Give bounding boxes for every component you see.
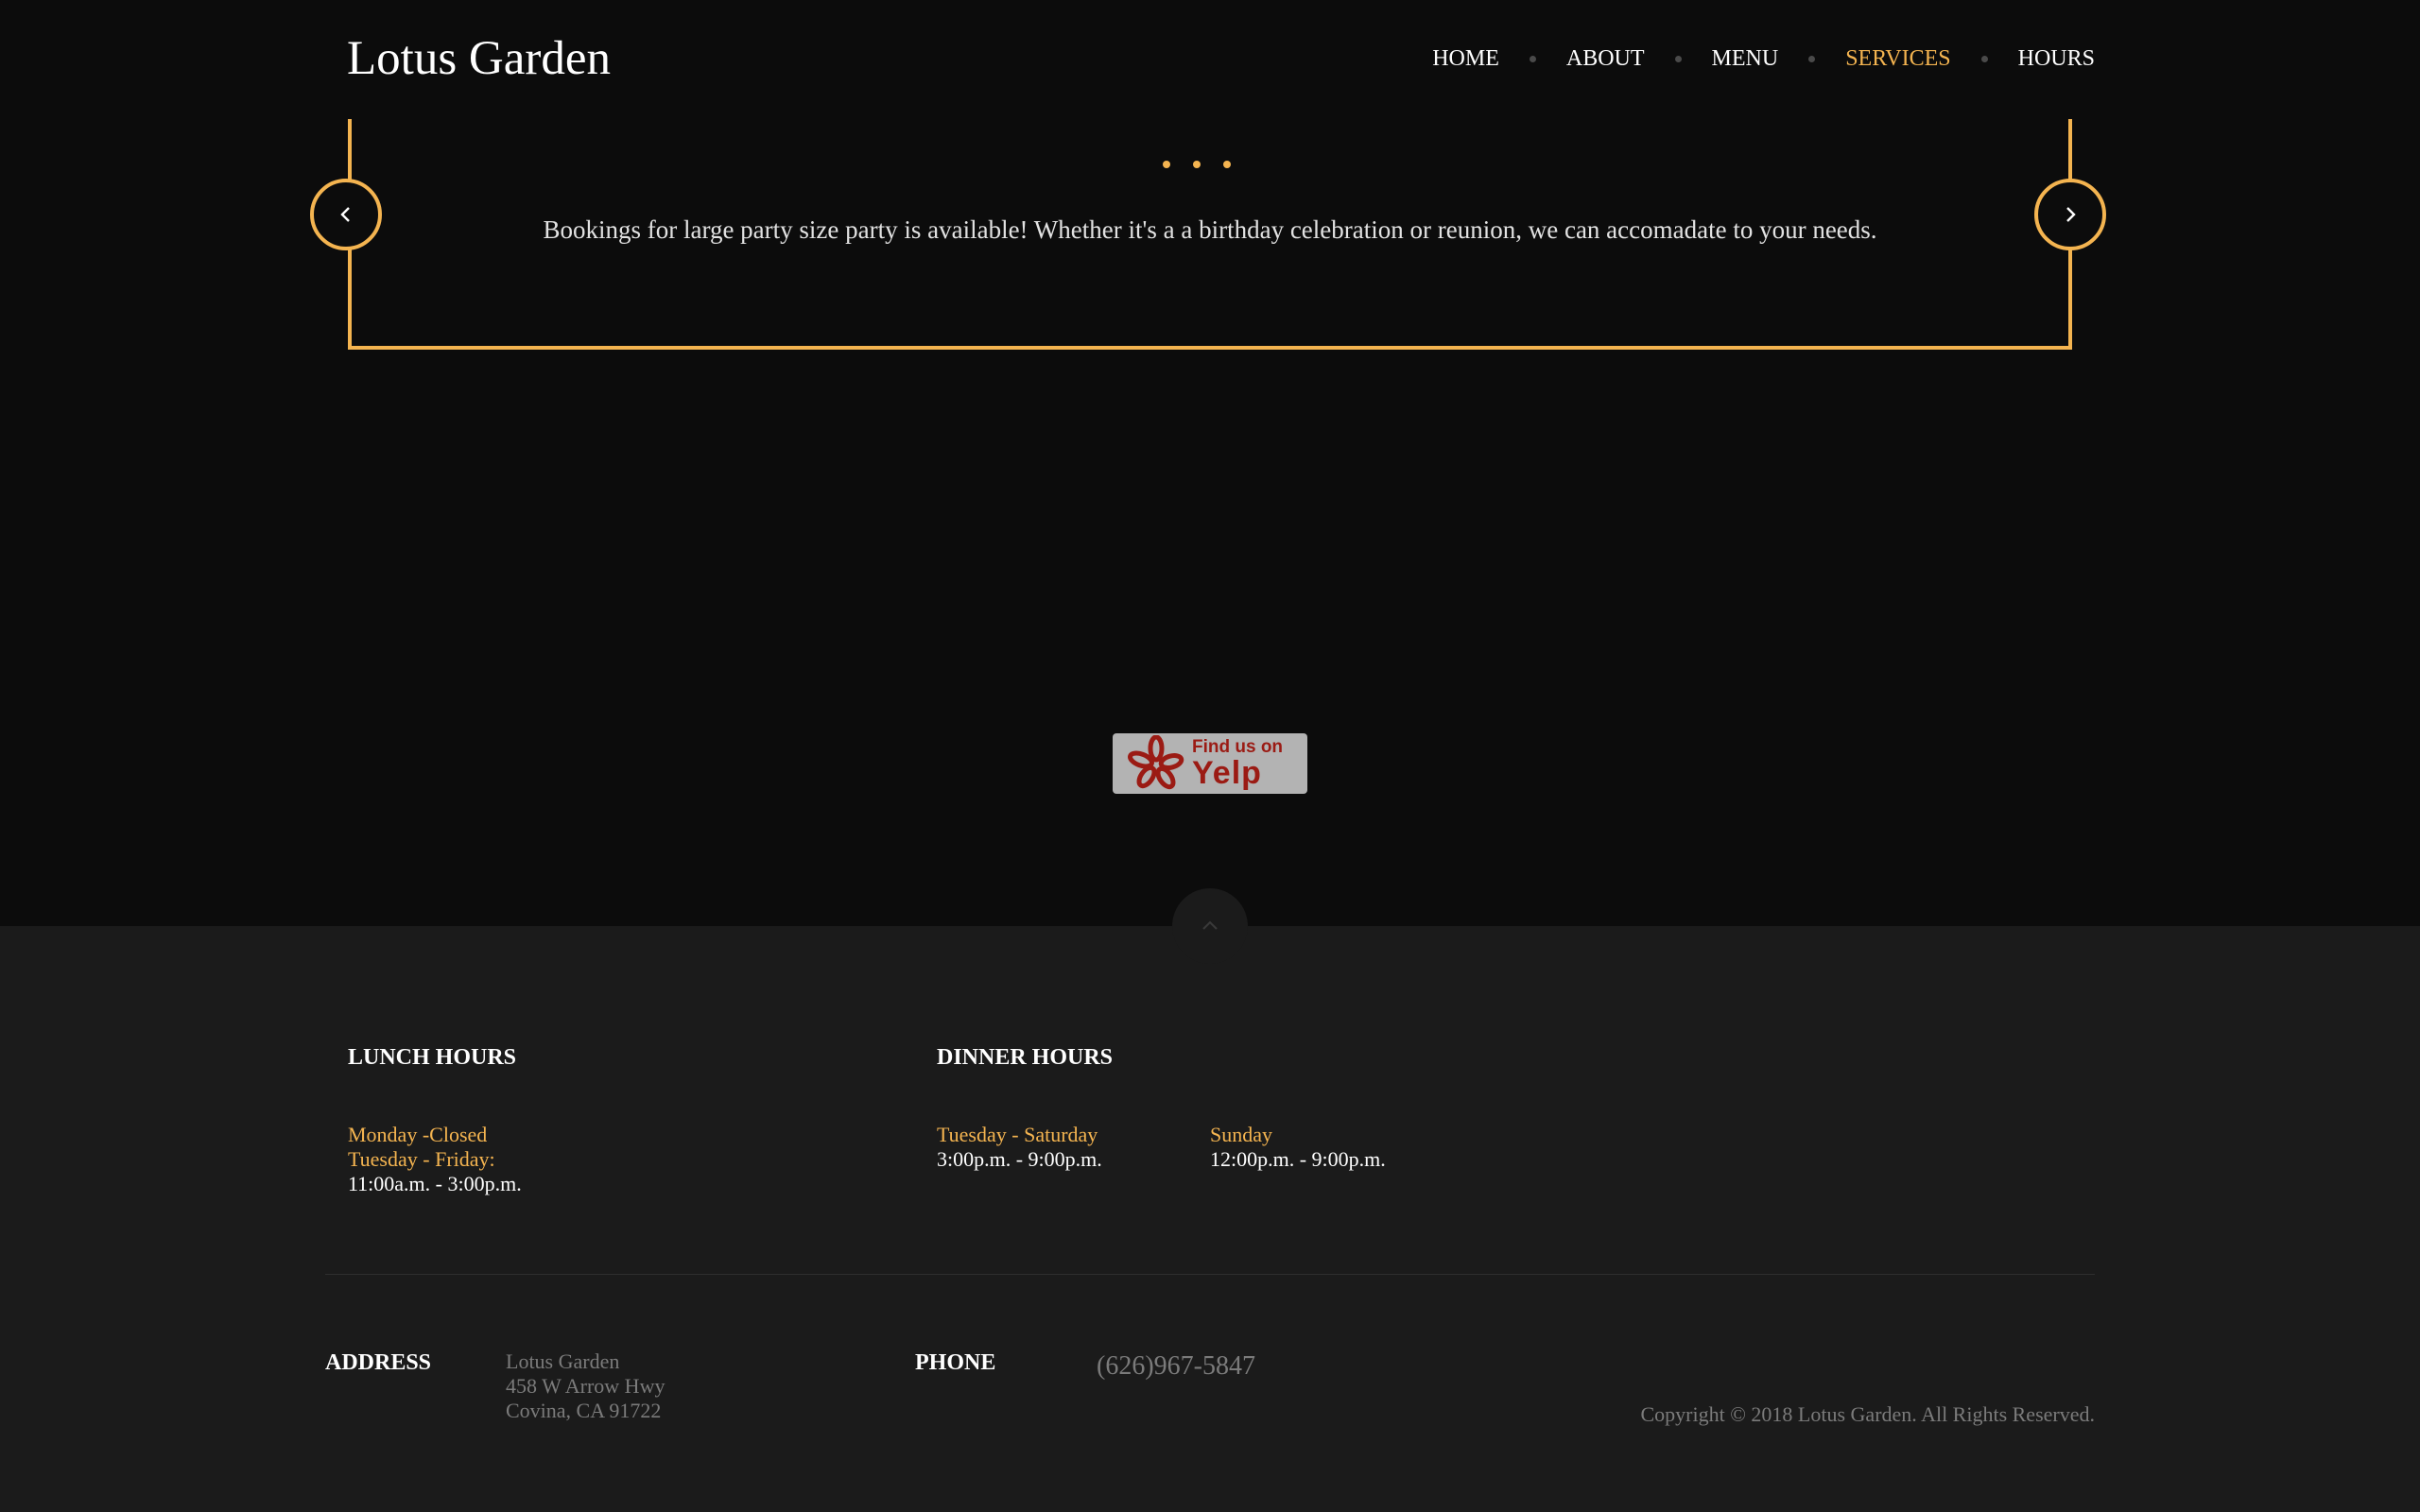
dinner-weekday-label: Tuesday - Saturday: [937, 1123, 1098, 1146]
nav-about[interactable]: ABOUT: [1566, 42, 1645, 76]
lunch-line-1: Monday -Closed: [348, 1123, 488, 1146]
page: Lotus Garden HOME ABOUT MENU SERVICES HO…: [0, 0, 2420, 1512]
lunch-line-2: Tuesday - Friday:: [348, 1147, 495, 1171]
dinner-hours-title: DINNER HOURS: [937, 1045, 1114, 1070]
slider-dot[interactable]: [1163, 161, 1170, 168]
address-line-2: 458 W Arrow Hwy: [506, 1374, 666, 1398]
lunch-hours-block: Monday -Closed Tuesday - Friday: 11:00a.…: [348, 1123, 522, 1196]
slider-dots: [1163, 161, 1231, 168]
chevron-right-icon: [2066, 207, 2076, 222]
yelp-burst-icon: [1128, 735, 1184, 790]
yelp-badge[interactable]: Find us on Yelp: [1113, 733, 1307, 794]
slider-prev-button[interactable]: [310, 179, 382, 250]
address-line-3: Covina, CA 91722: [506, 1399, 662, 1422]
slider-next-button[interactable]: [2034, 179, 2106, 250]
copyright-text: Copyright © 2018 Lotus Garden. All Right…: [1640, 1402, 2095, 1426]
nav-separator: [1674, 55, 1682, 62]
nav-menu[interactable]: MENU: [1712, 42, 1779, 76]
nav-hours[interactable]: HOURS: [2018, 42, 2095, 76]
chevron-left-icon: [340, 207, 350, 222]
slider-dot[interactable]: [1223, 161, 1231, 168]
lunch-line-3: 11:00a.m. - 3:00p.m.: [348, 1172, 522, 1195]
nav-separator: [1529, 55, 1536, 62]
nav-home[interactable]: HOME: [1432, 42, 1499, 76]
address-label: ADDRESS: [325, 1350, 432, 1375]
address-line-1: Lotus Garden: [506, 1349, 620, 1373]
main-nav: HOME ABOUT MENU SERVICES HOURS: [1432, 42, 2095, 76]
address-text: Lotus Garden 458 W Arrow Hwy Covina, CA …: [506, 1349, 665, 1423]
slider-dot[interactable]: [1193, 161, 1201, 168]
site-logo[interactable]: Lotus Garden: [347, 30, 611, 87]
slide-text: Bookings for large party size party is a…: [543, 215, 1877, 244]
dinner-sunday-block: Sunday 12:00p.m. - 9:00p.m.: [1210, 1123, 1386, 1172]
phone-number-link[interactable]: (626)967-5847: [1097, 1351, 1255, 1382]
lunch-hours-title: LUNCH HOURS: [348, 1045, 517, 1070]
nav-services[interactable]: SERVICES: [1845, 42, 1950, 76]
dinner-weekday-time: 3:00p.m. - 9:00p.m.: [937, 1147, 1102, 1171]
nav-separator: [1808, 55, 1816, 62]
nav-separator: [1980, 55, 1988, 62]
phone-label: PHONE: [915, 1350, 996, 1375]
dinner-weekday-block: Tuesday - Saturday 3:00p.m. - 9:00p.m.: [937, 1123, 1102, 1172]
site-header: Lotus Garden HOME ABOUT MENU SERVICES HO…: [0, 0, 2420, 119]
yelp-text: Find us on Yelp: [1192, 737, 1284, 791]
back-to-top-button[interactable]: [1172, 888, 1248, 964]
chevron-up-icon: [1202, 920, 1218, 930]
yelp-line2: Yelp: [1192, 755, 1262, 791]
dinner-sunday-label: Sunday: [1210, 1123, 1272, 1146]
dinner-sunday-time: 12:00p.m. - 9:00p.m.: [1210, 1147, 1386, 1171]
footer-divider: [325, 1274, 2095, 1275]
yelp-line1: Find us on: [1192, 737, 1284, 757]
